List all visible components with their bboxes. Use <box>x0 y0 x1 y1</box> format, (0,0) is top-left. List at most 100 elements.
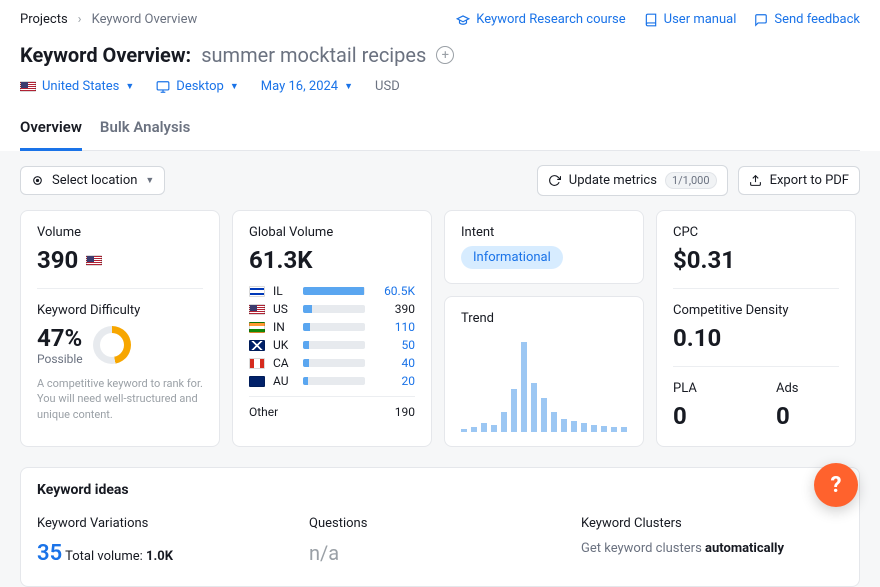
trend-bar <box>541 398 547 432</box>
global-volume-row[interactable]: IL 60.5K <box>249 284 415 298</box>
variations-count[interactable]: 35 <box>37 541 62 566</box>
country-code: UK <box>273 338 295 352</box>
us-flag-icon <box>20 81 36 92</box>
intent-label: Intent <box>461 225 627 240</box>
global-volume-row[interactable]: UK 50 <box>249 338 415 352</box>
breadcrumb-projects[interactable]: Projects <box>20 12 68 27</box>
breadcrumb-current: Keyword Overview <box>92 12 198 27</box>
trend-bar <box>471 427 477 432</box>
volume-bar <box>303 377 365 385</box>
trend-label: Trend <box>461 311 627 326</box>
au-flag-icon <box>249 376 265 387</box>
trend-bar <box>511 389 517 432</box>
country-volume: 20 <box>373 374 415 388</box>
global-volume-row[interactable]: US 390 <box>249 302 415 316</box>
us-flag-icon <box>86 255 102 266</box>
in-flag-icon <box>249 322 265 333</box>
country-filter[interactable]: United States ▼ <box>20 79 134 94</box>
country-code: IL <box>273 284 295 298</box>
trend-card: Trend <box>444 296 644 447</box>
quota-chip: 1/1,000 <box>665 172 717 189</box>
select-location-button[interactable]: Select location ▼ <box>20 166 165 195</box>
desktop-icon <box>156 80 170 94</box>
us-flag-icon <box>249 304 265 315</box>
pla-label: PLA <box>673 381 736 396</box>
volume-card: Volume 390 Keyword Difficulty 47% Possib… <box>20 210 220 447</box>
trend-bar <box>611 427 617 432</box>
keyword-ideas-card: Keyword ideas Keyword Variations 35 Tota… <box>20 467 860 587</box>
chevron-down-icon: ▼ <box>145 175 154 186</box>
trend-bar <box>551 412 557 432</box>
currency-label: USD <box>375 79 400 94</box>
uk-flag-icon <box>249 340 265 351</box>
trend-bar <box>481 423 487 432</box>
target-icon <box>31 174 44 187</box>
kd-label: Keyword Difficulty <box>37 303 203 318</box>
kd-rating: Possible <box>37 352 83 366</box>
trend-bar <box>621 427 627 432</box>
country-code: CA <box>273 356 295 370</box>
kd-note: A competitive keyword to rank for. You w… <box>37 376 203 422</box>
message-icon <box>754 13 768 27</box>
ca-flag-icon <box>249 358 265 369</box>
help-button[interactable]: ? <box>814 463 858 507</box>
add-keyword-button[interactable]: + <box>436 46 454 64</box>
update-metrics-button[interactable]: Update metrics 1/1,000 <box>537 165 728 196</box>
pla-value: 0 <box>673 402 736 430</box>
tab-bulk-analysis[interactable]: Bulk Analysis <box>100 108 190 150</box>
trend-bar <box>601 426 607 432</box>
other-label: Other <box>249 405 365 419</box>
global-volume-card: Global Volume 61.3K IL 60.5K US 390 IN 1… <box>232 210 432 447</box>
volume-bar <box>303 323 365 331</box>
kd-value: 47% <box>37 324 83 352</box>
export-pdf-button[interactable]: Export to PDF <box>738 166 860 195</box>
keyword-text: summer mocktail recipes <box>201 43 426 67</box>
kd-donut-chart <box>93 326 131 364</box>
graduation-icon <box>456 13 470 27</box>
questions-value: n/a <box>309 541 571 565</box>
intent-card: Intent Informational <box>444 210 644 284</box>
clusters-text: Get keyword clusters <box>581 541 702 556</box>
device-filter[interactable]: Desktop ▼ <box>156 79 239 94</box>
il-flag-icon <box>249 286 265 297</box>
trend-bar <box>501 412 507 432</box>
user-manual-link[interactable]: User manual <box>644 12 737 27</box>
trend-chart <box>461 332 627 432</box>
trend-bar <box>561 419 567 432</box>
ads-value: 0 <box>776 402 839 430</box>
export-icon <box>749 174 762 187</box>
country-code: AU <box>273 374 295 388</box>
volume-bar <box>303 359 365 367</box>
global-volume-row[interactable]: IN 110 <box>249 320 415 334</box>
volume-bar <box>303 341 365 349</box>
volume-label: Volume <box>37 225 203 240</box>
cpc-card: CPC $0.31 Competitive Density 0.10 PLA 0… <box>656 210 856 447</box>
clusters-bold: automatically <box>705 541 784 556</box>
global-volume-value: 61.3K <box>249 246 415 274</box>
trend-bar <box>531 383 537 433</box>
keyword-course-link[interactable]: Keyword Research course <box>456 12 625 27</box>
variations-total-label: Total volume: <box>65 549 143 564</box>
global-volume-row[interactable]: CA 40 <box>249 356 415 370</box>
trend-bar <box>491 425 497 432</box>
keyword-ideas-title: Keyword ideas <box>37 482 843 498</box>
chevron-down-icon: ▼ <box>125 81 134 92</box>
chevron-down-icon: ▼ <box>344 81 353 92</box>
send-feedback-link[interactable]: Send feedback <box>754 12 860 27</box>
density-value: 0.10 <box>673 324 839 352</box>
tab-overview[interactable]: Overview <box>20 108 82 151</box>
other-value: 190 <box>373 405 415 419</box>
volume-bar <box>303 287 365 295</box>
cpc-label: CPC <box>673 225 839 240</box>
country-volume: 50 <box>373 338 415 352</box>
intent-pill: Informational <box>461 246 563 269</box>
trend-bar <box>591 425 597 432</box>
country-volume: 40 <box>373 356 415 370</box>
page-title: Keyword Overview: <box>20 43 191 67</box>
country-code: IN <box>273 320 295 334</box>
trend-bar <box>521 342 527 432</box>
variations-total: 1.0K <box>146 549 173 564</box>
trend-bar <box>571 421 577 432</box>
date-filter[interactable]: May 16, 2024 ▼ <box>261 79 353 94</box>
global-volume-row[interactable]: AU 20 <box>249 374 415 388</box>
